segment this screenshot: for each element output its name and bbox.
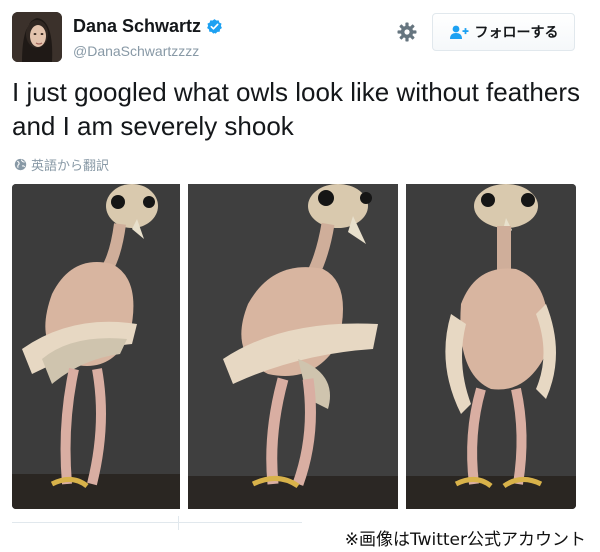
follow-label: フォローする [474,24,559,40]
gear-icon[interactable] [395,20,419,44]
user-handle[interactable]: @DanaSchwartzzzz [73,43,199,59]
avatar[interactable] [12,12,62,62]
image-credit-caption: ※画像はTwitter公式アカウント [344,530,586,550]
divider [178,516,179,530]
featherless-owl-image [188,184,398,509]
tweet-photo-1[interactable] [12,184,180,509]
translate-label: 英語から翻訳 [31,158,110,173]
follow-button[interactable]: フォローする [432,13,575,51]
verified-badge-icon [207,19,222,34]
add-user-icon [449,25,468,39]
divider [12,522,302,523]
display-name-text: Dana Schwartz [73,16,202,36]
globe-icon [14,158,27,171]
display-name[interactable]: Dana Schwartz [73,16,223,37]
translate-link[interactable]: 英語から翻訳 [14,155,109,174]
tweet-photo-2[interactable] [188,184,398,509]
tweet-photo-3[interactable] [406,184,576,509]
featherless-owl-image [12,184,180,509]
tweet-text: I just googled what owls look like witho… [12,77,580,141]
featherless-owl-image [406,184,576,509]
